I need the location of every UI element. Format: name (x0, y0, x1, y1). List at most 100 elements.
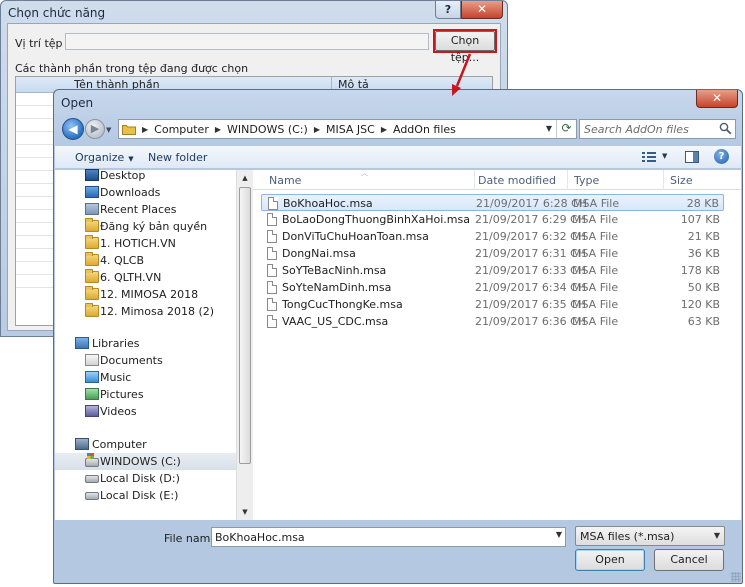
preview-pane-button[interactable] (685, 151, 699, 163)
disk-icon (85, 475, 99, 483)
file-icon (267, 213, 277, 226)
nav-item-library[interactable]: Documents (55, 352, 236, 369)
nav-item-favorite[interactable]: 1. HOTICH.VN (55, 235, 236, 252)
grid-row (16, 106, 56, 119)
view-dropdown-button[interactable]: ▼ (662, 152, 667, 160)
nav-item-computer[interactable]: Computer (55, 436, 236, 453)
nav-item-libraries[interactable]: Libraries (55, 335, 236, 352)
open-button[interactable]: Open (575, 549, 645, 571)
address-dropdown-button[interactable]: ▼ (542, 120, 556, 138)
folder-icon (85, 303, 99, 317)
nav-item-label: Đăng ký bản quyền (100, 220, 208, 233)
breadcrumb-separator-icon[interactable]: ▶ (142, 125, 148, 134)
scroll-thumb[interactable] (239, 187, 251, 464)
nav-item-library[interactable]: Videos (55, 403, 236, 420)
file-type-select[interactable]: MSA files (*.msa) ▼ (575, 526, 725, 546)
nav-item-favorite[interactable]: 6. QLTH.VN (55, 269, 236, 286)
search-input[interactable] (584, 121, 714, 137)
breadcrumb-addon-files[interactable]: AddOn files (393, 123, 456, 136)
file-icon (267, 281, 277, 294)
file-row[interactable]: VAAC_US_CDC.msa 21/09/2017 6:36 CH MSA Fil… (261, 313, 724, 330)
file-row[interactable]: BoKhoaHoc.msa 21/09/2017 6:28 CH MSA File 2… (261, 194, 724, 211)
search-icon[interactable] (719, 122, 732, 135)
nav-item-label: Local Disk (E:) (100, 489, 179, 502)
file-row[interactable]: DongNai.msa 21/09/2017 6:31 CH MSA File 36 … (261, 245, 724, 262)
breadcrumb-separator-icon[interactable]: ▶ (314, 125, 320, 134)
column-divider[interactable] (474, 170, 475, 190)
grid-row (16, 145, 56, 158)
nav-item-library[interactable]: Music (55, 369, 236, 386)
open-dialog-close-button[interactable]: ✕ (696, 90, 738, 108)
nav-item-favorite[interactable]: Desktop (55, 167, 236, 184)
background-dialog-title: Chọn chức năng (8, 6, 106, 20)
file-row[interactable]: SoYteNamDinh.msa 21/09/2017 6:34 CH MSA Fi… (261, 279, 724, 296)
background-help-button[interactable]: ? (435, 1, 461, 19)
file-row[interactable]: BoLaoDongThuongBinhXaHoi.msa 21/09/2017 6… (261, 211, 724, 228)
file-name: TongCucThongKe.msa (282, 298, 403, 311)
nav-item-favorite[interactable]: 12. MIMOSA 2018 (55, 286, 236, 303)
nav-item-favorite[interactable]: 12. Mimosa 2018 (2) (55, 303, 236, 320)
file-type: MSA File (573, 197, 620, 210)
column-divider[interactable] (567, 170, 568, 190)
file-date-modified: 21/09/2017 6:32 CH (475, 230, 587, 243)
grid-row (16, 262, 56, 275)
file-list[interactable]: ︿ Name Date modified Type Size BoKhoaHoc… (253, 169, 741, 520)
column-divider[interactable] (663, 170, 664, 190)
search-box[interactable] (579, 119, 736, 139)
recent-locations-dropdown[interactable]: ▼ (106, 126, 111, 134)
new-folder-button[interactable]: New folder (148, 151, 207, 164)
scroll-up-icon[interactable]: ▲ (237, 170, 253, 186)
grid-row (16, 197, 56, 210)
file-row[interactable]: DonViTuChuHoanToan.msa 21/09/2017 6:32 CH… (261, 228, 724, 245)
file-row[interactable]: SoYTeBacNinh.msa 21/09/2017 6:33 CH MSA Fi… (261, 262, 724, 279)
breadcrumb-windows-drive[interactable]: WINDOWS (C:) (227, 123, 308, 136)
column-date-modified[interactable]: Date modified (478, 174, 556, 187)
column-name[interactable]: Name (269, 174, 301, 187)
background-close-button[interactable]: ✕ (461, 1, 503, 19)
column-type[interactable]: Type (574, 174, 599, 187)
view-options-icon[interactable] (641, 150, 657, 164)
chevron-down-icon[interactable]: ▼ (556, 530, 562, 539)
nav-item-favorite[interactable]: Recent Places (55, 201, 236, 218)
cancel-button[interactable]: Cancel (654, 549, 724, 571)
file-list-header: ︿ Name Date modified Type Size (253, 169, 741, 190)
nav-item-favorite[interactable]: 4. QLCB (55, 252, 236, 269)
nav-item-drive[interactable]: Local Disk (D:) (55, 470, 236, 487)
grid-row (16, 132, 56, 145)
file-location-field[interactable] (65, 33, 429, 50)
file-name-input[interactable] (215, 530, 545, 545)
column-size[interactable]: Size (670, 174, 693, 187)
breadcrumb-separator-icon[interactable]: ▶ (381, 125, 387, 134)
forward-button[interactable]: ▶ (85, 119, 105, 139)
scroll-down-icon[interactable]: ▼ (237, 504, 253, 520)
nav-item-label: 6. QLTH.VN (100, 271, 162, 284)
file-name: SoYTeBacNinh.msa (282, 264, 387, 277)
folder-icon (122, 125, 136, 135)
file-size: 63 KB (687, 315, 720, 328)
file-name-combobox[interactable]: ▼ (211, 527, 566, 547)
navigation-pane[interactable]: Desktop Downloads Recent Places Đăng ký bản… (55, 167, 236, 520)
nav-item-favorite[interactable]: Đăng ký bản quyền (55, 218, 236, 235)
resize-grip-icon[interactable] (731, 572, 741, 582)
breadcrumb-separator-icon[interactable]: ▶ (215, 125, 221, 134)
address-bar[interactable]: ▶ Computer ▶ WINDOWS (C:) ▶ MISA JSC ▶ A… (118, 119, 577, 139)
breadcrumb-computer[interactable]: Computer (154, 123, 209, 136)
nav-item-drive[interactable]: WINDOWS (C:) (55, 453, 236, 470)
breadcrumb-misa-jsc[interactable]: MISA JSC (326, 123, 375, 136)
nav-item-label: 1. HOTICH.VN (100, 237, 176, 250)
help-icon[interactable]: ? (714, 149, 729, 164)
navigation-scrollbar[interactable]: ▲ ▼ (236, 170, 253, 520)
back-button[interactable]: ◀ (62, 118, 84, 140)
file-row[interactable]: TongCucThongKe.msa 21/09/2017 6:35 CH MSA … (261, 296, 724, 313)
nav-item-drive[interactable]: Local Disk (E:) (55, 487, 236, 504)
nav-item-label: Documents (100, 354, 163, 367)
documents-icon (85, 354, 99, 366)
file-icon (267, 315, 277, 328)
nav-item-favorite[interactable]: Downloads (55, 184, 236, 201)
choose-file-button[interactable]: Chọn tệp... (435, 31, 495, 64)
refresh-button[interactable]: ⟳ (556, 120, 576, 138)
nav-item-library[interactable]: Pictures (55, 386, 236, 403)
music-icon (85, 371, 99, 383)
organize-menu-button[interactable]: Organize ▼ (75, 151, 134, 164)
file-name: VAAC_US_CDC.msa (282, 315, 389, 328)
